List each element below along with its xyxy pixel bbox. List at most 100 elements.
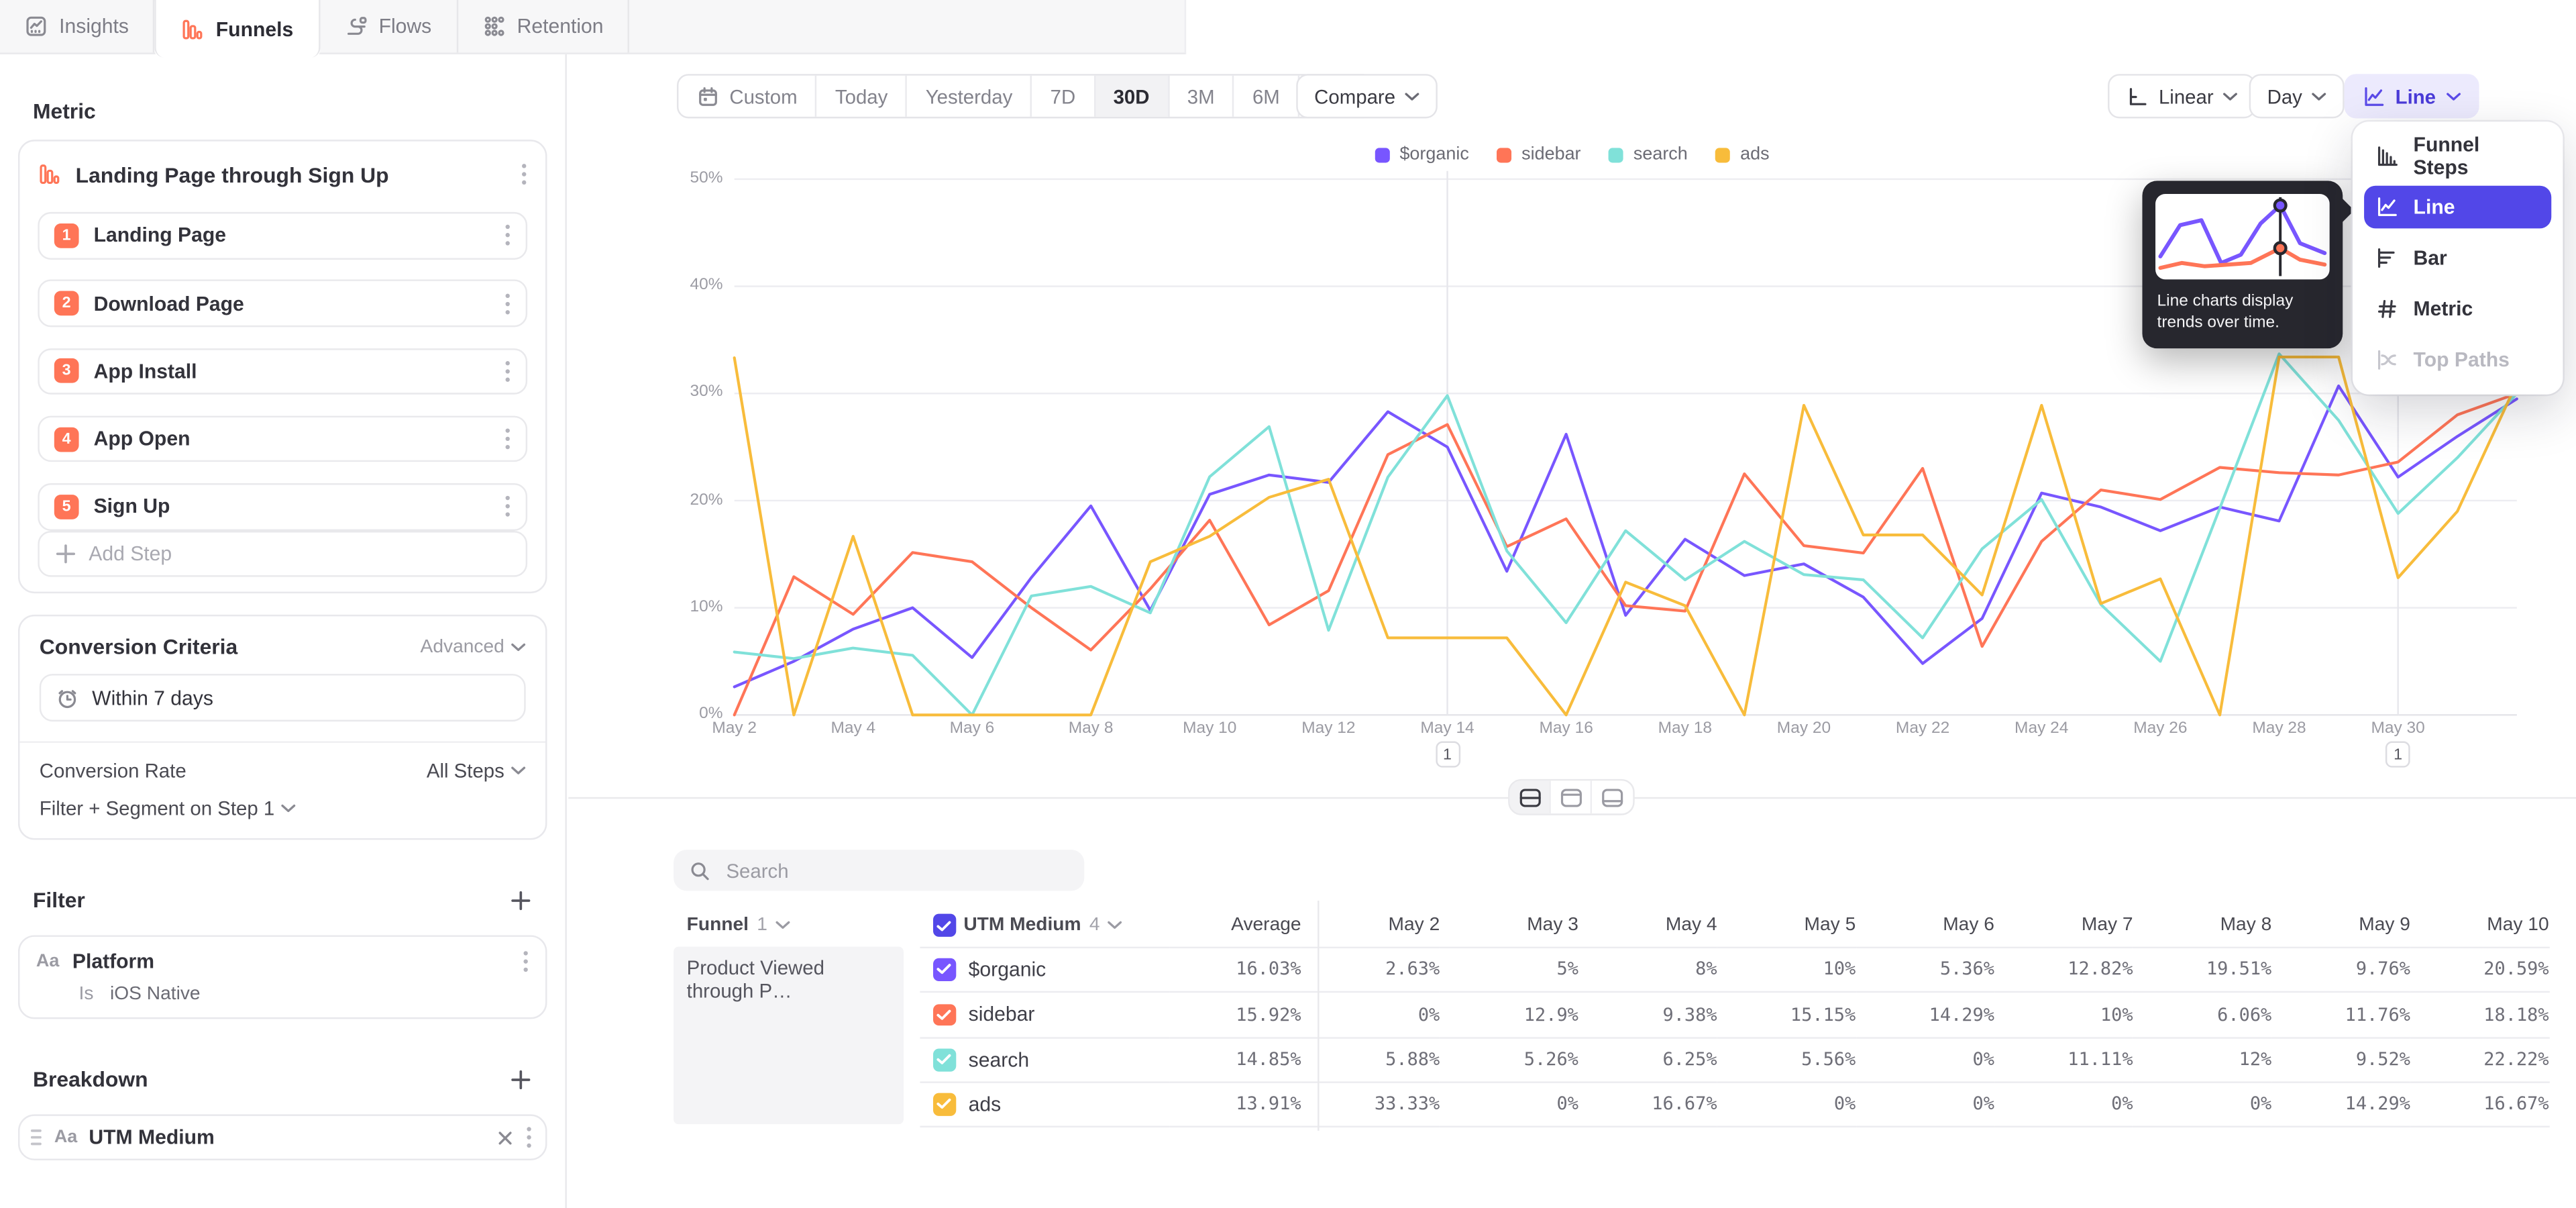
conversion-window-button[interactable]: Within 7 days [40, 674, 526, 722]
funnel-kebab-icon[interactable] [521, 162, 527, 185]
view-toggle-split[interactable] [1510, 781, 1551, 813]
funnel-steps-icon [2375, 145, 2398, 168]
step-kebab-icon[interactable] [504, 224, 511, 247]
legend-item-sidebar[interactable]: sidebar [1497, 145, 1580, 164]
view-toggle-chart-only[interactable] [1551, 781, 1592, 813]
funnel-step-download-page[interactable]: 2Download Page [38, 280, 527, 327]
funnel-name-cell[interactable]: Product Viewed through P… [674, 946, 904, 1123]
breakdown-card[interactable]: Aa UTM Medium [18, 1115, 547, 1161]
funnel-step-sign-up[interactable]: 5Sign Up [38, 483, 527, 530]
chart-type-button[interactable]: Line [2345, 74, 2479, 118]
linear-axis-icon [2126, 85, 2149, 107]
column-header-date[interactable]: May 3 [1440, 901, 1578, 950]
column-header-date[interactable]: May 5 [1717, 901, 1856, 950]
table-row-series-sidebar[interactable]: sidebar [920, 991, 1169, 1036]
table-value: 19.51% [2133, 946, 2272, 991]
column-header-date[interactable]: May 4 [1578, 901, 1717, 950]
funnel-card-header[interactable]: Landing Page through Sign Up [38, 158, 527, 191]
view-toggle-table-only[interactable] [1592, 781, 1633, 813]
filter-condition-row[interactable]: Is iOS Native [79, 985, 529, 1004]
compare-button[interactable]: Compare [1296, 74, 1438, 118]
series-checkbox[interactable] [933, 958, 955, 980]
menu-item-bar[interactable]: Bar [2364, 237, 2551, 280]
table-row-series-search[interactable]: search [920, 1036, 1169, 1081]
query-builder-sidebar: Metric Landing Page through Sign Up 1Lan… [0, 54, 567, 1208]
funnel-step-app-install[interactable]: 3App Install [38, 348, 527, 395]
conversion-window-label: Within 7 days [92, 687, 213, 709]
column-header-breakdown[interactable]: UTM Medium4 [920, 901, 1169, 950]
all-steps-dropdown[interactable]: All Steps [427, 760, 526, 783]
range-6m[interactable]: 6M [1234, 76, 1299, 117]
menu-item-metric[interactable]: Metric [2364, 288, 2551, 331]
advanced-dropdown[interactable]: Advanced [421, 637, 526, 656]
column-header-funnel[interactable]: Funnel1 [674, 901, 920, 950]
table-value: 16.67% [2410, 1081, 2549, 1126]
range-yesterday[interactable]: Yesterday [908, 76, 1032, 117]
tab-retention[interactable]: Retention [458, 0, 629, 52]
table-value: 2.63% [1301, 946, 1440, 991]
step-kebab-icon[interactable] [504, 360, 511, 383]
range-3m[interactable]: 3M [1169, 76, 1234, 117]
tooltip-chart-preview [2155, 194, 2330, 279]
tab-funnels[interactable]: Funnels [155, 0, 319, 58]
series-checkbox[interactable] [933, 1093, 955, 1115]
filter-card: Aa Platform Is iOS Native [18, 936, 547, 1019]
range-7d[interactable]: 7D [1032, 76, 1095, 117]
table-row-series-organic[interactable]: $organic [920, 946, 1169, 991]
metric-section-heading: Metric [33, 99, 532, 123]
line-chart-icon [2363, 85, 2385, 107]
range-today[interactable]: Today [817, 76, 908, 117]
filter-kebab-icon[interactable] [523, 950, 529, 973]
drag-handle-icon[interactable] [30, 1127, 43, 1147]
table-search[interactable] [674, 850, 1084, 891]
compare-label: Compare [1314, 85, 1395, 107]
column-header-date[interactable]: May 7 [1994, 901, 2133, 950]
column-header-date[interactable]: May 9 [2271, 901, 2410, 950]
column-header-date[interactable]: May 10 [2410, 901, 2549, 950]
add-filter-icon[interactable] [509, 889, 532, 911]
series-checkbox[interactable] [933, 1048, 955, 1070]
menu-item-funnel-steps[interactable]: Funnel Steps [2364, 135, 2551, 178]
legend-item-ads[interactable]: ads [1715, 145, 1769, 164]
column-header-average[interactable]: Average [1170, 901, 1301, 950]
table-value: 16.67% [1578, 1081, 1717, 1126]
insights-icon [25, 15, 48, 38]
legend-swatch [1375, 147, 1390, 162]
filter-segment-row[interactable]: Filter + Segment on Step 1 [40, 797, 526, 820]
search-input[interactable] [723, 857, 1052, 883]
annotation-badge[interactable]: 1 [1435, 741, 1460, 767]
breakdown-kebab-icon[interactable] [526, 1126, 533, 1149]
average-value: 16.03% [1170, 946, 1301, 991]
range-30d[interactable]: 30D [1095, 76, 1169, 117]
filter-property-row[interactable]: Aa Platform [36, 950, 529, 973]
add-breakdown-icon[interactable] [509, 1068, 532, 1091]
legend-item-search[interactable]: search [1609, 145, 1688, 164]
table-row-series-ads[interactable]: ads [920, 1081, 1169, 1126]
interval-button[interactable]: Day [2249, 74, 2345, 118]
column-header-date[interactable]: May 2 [1301, 901, 1440, 950]
table-value: 5% [1440, 946, 1578, 991]
annotation-badge[interactable]: 1 [2385, 741, 2410, 767]
scale-button[interactable]: Linear [2108, 74, 2256, 118]
tab-flows[interactable]: Flows [319, 0, 458, 52]
column-header-date[interactable]: May 8 [2133, 901, 2272, 950]
table-value: 11.11% [1994, 1036, 2133, 1081]
select-all-checkbox[interactable] [933, 914, 955, 936]
funnel-name: Landing Page through Sign Up [76, 162, 506, 187]
column-header-date[interactable]: May 6 [1856, 901, 1994, 950]
funnel-step-landing-page[interactable]: 1Landing Page [38, 212, 527, 259]
funnel-step-app-open[interactable]: 4App Open [38, 415, 527, 462]
remove-breakdown-icon[interactable] [496, 1129, 515, 1147]
menu-item-line[interactable]: Line [2364, 186, 2551, 229]
step-kebab-icon[interactable] [504, 495, 511, 518]
series-checkbox[interactable] [933, 1003, 955, 1025]
add-step-button[interactable]: Add Step [38, 530, 527, 577]
step-kebab-icon[interactable] [504, 292, 511, 315]
step-kebab-icon[interactable] [504, 427, 511, 450]
range-custom[interactable]: Custom [678, 76, 817, 117]
y-axis-label: 10% [625, 598, 723, 616]
tab-label: Retention [517, 15, 604, 38]
tab-insights[interactable]: Insights [0, 0, 155, 52]
legend-item-organic[interactable]: $organic [1375, 145, 1469, 164]
interval-label: Day [2267, 85, 2302, 107]
